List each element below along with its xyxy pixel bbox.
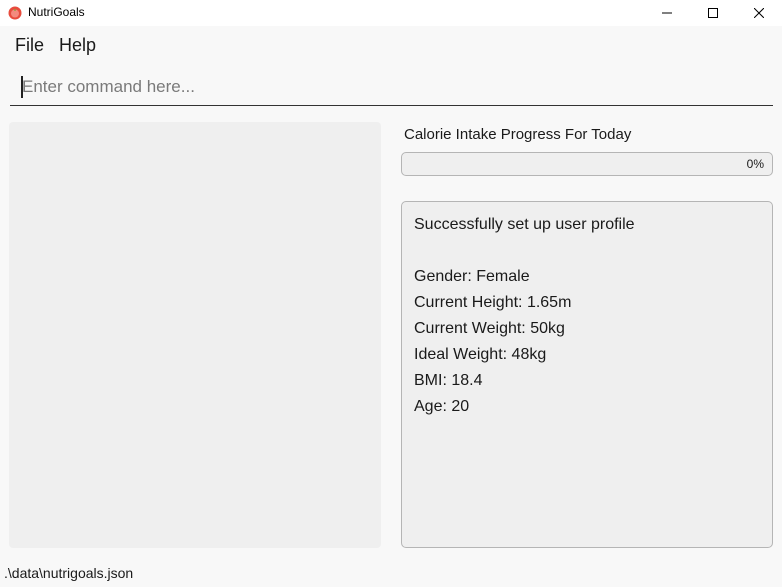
result-line: Age: 20 [414,398,470,415]
app-window: NutriGoals File Help Calorie Intake P [0,0,782,587]
menu-bar: File Help [0,26,782,64]
calorie-progress-bar: 0% [401,152,773,176]
result-line: Ideal Weight: 48kg [414,346,547,363]
save-location-status: .\data\nutrigoals.json [4,565,134,581]
result-line: BMI: 18.4 [414,372,483,389]
close-button[interactable] [736,0,782,26]
maximize-button[interactable] [690,0,736,26]
result-line: Successfully set up user profile [414,216,635,233]
result-line: Gender: Female [414,268,530,285]
progress-title: Calorie Intake Progress For Today [404,126,632,143]
result-line: Current Height: 1.65m [414,294,572,311]
result-line [414,238,760,264]
result-display[interactable]: Successfully set up user profile Gender: … [401,201,773,548]
minimize-icon [662,12,672,14]
text-caret [21,76,23,98]
maximize-icon [708,8,718,18]
result-line: Current Weight: 50kg [414,320,565,337]
minimize-button[interactable] [644,0,690,26]
command-input[interactable] [10,70,773,104]
window-title: NutriGoals [28,5,85,19]
close-icon [754,8,764,18]
menu-help[interactable]: Help [59,35,96,56]
list-panel[interactable] [9,122,381,548]
title-bar: NutriGoals [0,0,782,26]
command-box [10,70,773,106]
menu-file[interactable]: File [15,35,44,56]
apple-icon [8,6,22,20]
progress-percent: 0% [746,157,764,171]
